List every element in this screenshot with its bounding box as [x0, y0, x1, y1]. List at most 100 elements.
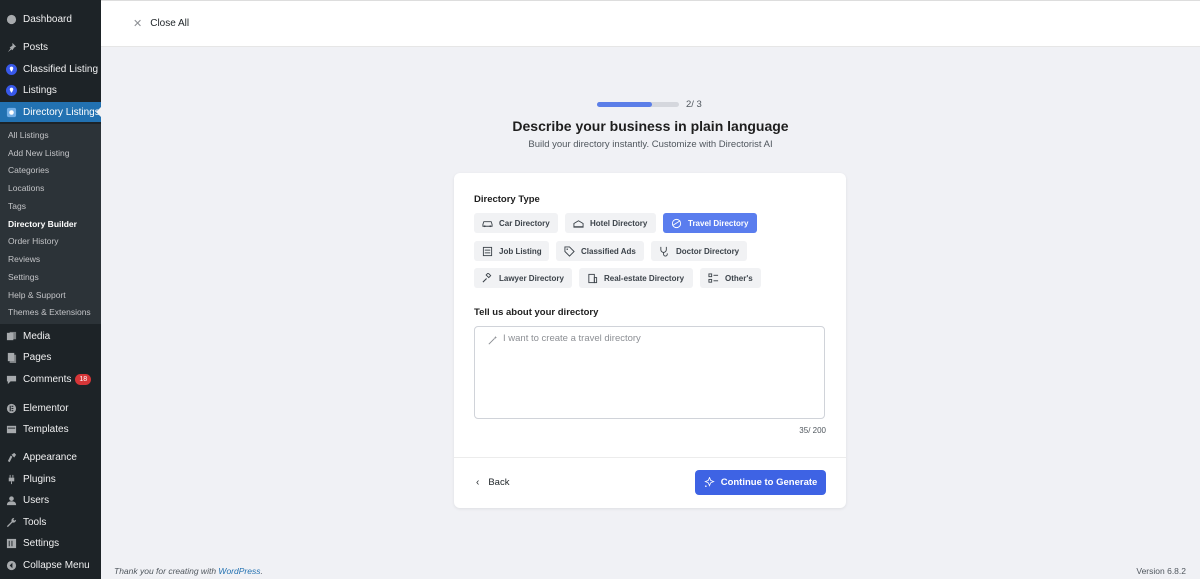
menu-classified-listing[interactable]: Classified Listing: [0, 59, 101, 79]
step-indicator: 2/ 3: [686, 99, 702, 110]
wordpress-link[interactable]: WordPress: [218, 566, 260, 576]
menu-label: Settings: [23, 537, 60, 549]
close-all-button[interactable]: ✕ Close All: [133, 17, 189, 30]
submenu-add-new-listing[interactable]: Add New Listing: [0, 145, 101, 161]
character-counter: 35/ 200: [799, 426, 826, 435]
chip-doctor-directory[interactable]: Doctor Directory: [651, 241, 747, 261]
gavel-icon: [482, 272, 492, 283]
menu-label: Appearance: [23, 451, 77, 463]
list-icon: [708, 272, 719, 283]
collapse-icon: [6, 560, 17, 571]
directory-type-label: Directory Type: [474, 194, 540, 205]
dashboard-icon: [6, 14, 17, 25]
chip-label: Travel Directory: [688, 218, 749, 228]
pages-icon: [6, 352, 17, 363]
travel-icon: [671, 218, 682, 228]
chip-hotel-directory[interactable]: Hotel Directory: [565, 213, 656, 233]
menu-media[interactable]: Media: [0, 326, 101, 346]
progress-bar: [597, 102, 679, 107]
chip-real-estate-directory[interactable]: Real-estate Directory: [579, 268, 693, 288]
menu-label: Templates: [23, 423, 69, 435]
close-icon: ✕: [133, 18, 143, 30]
footer-thanks-text: Thank you for creating with: [114, 566, 219, 576]
menu-label: Pages: [23, 351, 52, 363]
comments-count-badge: 18: [75, 373, 92, 385]
media-icon: [6, 331, 17, 342]
menu-pages[interactable]: Pages: [0, 347, 101, 367]
tell-us-label: Tell us about your directory: [474, 307, 599, 318]
menu-label: Posts: [23, 41, 49, 53]
location-pin-icon: [6, 84, 17, 96]
chip-classified-ads[interactable]: Classified Ads: [556, 241, 644, 261]
menu-collapse[interactable]: Collapse Menu: [0, 555, 101, 575]
wizard-topbar: ✕ Close All: [101, 0, 1200, 47]
menu-label: Plugins: [23, 473, 56, 485]
menu-dashboard[interactable]: Dashboard: [0, 9, 101, 29]
menu-directory-listings[interactable]: Directory Listings: [0, 102, 101, 122]
building-icon: [588, 273, 598, 283]
directory-description-input[interactable]: I want to create a travel directory: [474, 326, 825, 419]
submenu-tags[interactable]: Tags: [0, 198, 101, 214]
admin-sidebar: Dashboard Posts Classified Listing Listi…: [0, 0, 101, 579]
chip-label: Doctor Directory: [676, 246, 740, 256]
submenu-locations[interactable]: Locations: [0, 180, 101, 196]
submenu-all-listings[interactable]: All Listings: [0, 127, 101, 143]
settings-icon: [6, 538, 17, 549]
submenu-themes-extensions[interactable]: Themes & Extensions: [0, 304, 101, 320]
footer-thanks: Thank you for creating with WordPress.: [114, 566, 263, 576]
menu-label: Users: [23, 494, 50, 506]
menu-label: Dashboard: [23, 13, 72, 25]
chip-label: Other's: [725, 273, 753, 283]
chip-travel-directory[interactable]: Travel Directory: [663, 213, 757, 233]
submenu-help-support[interactable]: Help & Support: [0, 287, 101, 303]
menu-tools[interactable]: Tools: [0, 512, 101, 532]
menu-listings[interactable]: Listings: [0, 80, 101, 100]
plugins-icon: [6, 474, 17, 485]
chip-job-listing[interactable]: Job Listing: [474, 241, 549, 261]
wizard-main: 2/ 3 Describe your business in plain lan…: [101, 47, 1200, 579]
menu-label: Comments: [23, 373, 72, 385]
menu-elementor[interactable]: Elementor: [0, 398, 101, 418]
job-icon: [482, 246, 493, 256]
pin-icon: [6, 42, 17, 53]
menu-label: Directory Listings: [23, 106, 100, 118]
menu-posts[interactable]: Posts: [0, 37, 101, 57]
menu-plugins[interactable]: Plugins: [0, 469, 101, 489]
menu-label: Elementor: [23, 402, 69, 414]
chip-car-directory[interactable]: Car Directory: [474, 213, 558, 233]
submenu-settings[interactable]: Settings: [0, 269, 101, 285]
tools-icon: [6, 517, 17, 528]
magic-wand-icon: [488, 335, 498, 345]
submenu-reviews[interactable]: Reviews: [0, 251, 101, 267]
wizard-card: Directory Type Car Directory Hotel Direc…: [454, 173, 846, 508]
chip-lawyer-directory[interactable]: Lawyer Directory: [474, 268, 572, 288]
footer-version: Version 6.8.2: [1136, 566, 1186, 576]
menu-label: Media: [23, 330, 51, 342]
tag-icon: [564, 245, 575, 257]
menu-users[interactable]: Users: [0, 490, 101, 510]
menu-settings[interactable]: Settings: [0, 533, 101, 553]
menu-templates[interactable]: Templates: [0, 419, 101, 439]
page-title: Describe your business in plain language: [512, 118, 789, 134]
close-all-label: Close All: [150, 18, 190, 29]
comments-icon: [6, 374, 17, 385]
menu-appearance[interactable]: Appearance: [0, 447, 101, 467]
directory-icon: [6, 107, 17, 118]
users-icon: [6, 495, 17, 506]
continue-to-generate-button[interactable]: Continue to Generate: [695, 470, 826, 495]
menu-label: Classified Listing: [23, 63, 99, 75]
menu-comments[interactable]: Comments 18: [0, 369, 101, 389]
back-label: Back: [488, 477, 510, 488]
input-placeholder: I want to create a travel directory: [503, 333, 641, 344]
progress-fill: [597, 102, 652, 107]
submenu-order-history[interactable]: Order History: [0, 233, 101, 249]
back-button[interactable]: ‹ Back: [476, 477, 509, 488]
chip-others[interactable]: Other's: [700, 268, 761, 288]
submenu-categories[interactable]: Categories: [0, 162, 101, 178]
submenu-directory-builder[interactable]: Directory Builder: [0, 216, 101, 232]
menu-label: Collapse Menu: [23, 559, 90, 571]
templates-icon: [6, 424, 17, 435]
chip-label: Lawyer Directory: [499, 273, 564, 283]
location-pin-icon: [6, 63, 17, 75]
appearance-icon: [6, 452, 17, 463]
